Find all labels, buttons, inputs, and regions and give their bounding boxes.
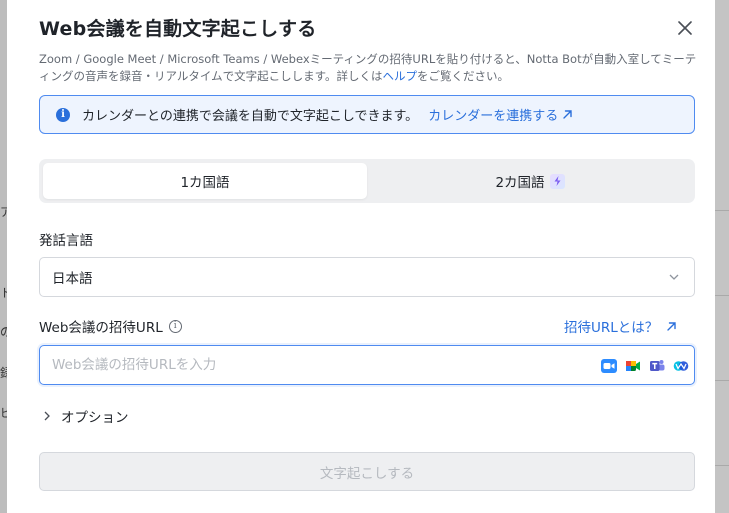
help-link[interactable]: ヘルプ	[383, 69, 418, 83]
url-label: Web会議の招待URL	[39, 320, 163, 336]
connect-calendar-label: カレンダーを連携する	[428, 109, 559, 124]
url-input-container	[39, 345, 695, 385]
dialog-description: Zoom / Google Meet / Microsoft Teams / W…	[39, 51, 699, 85]
description-text: Zoom / Google Meet / Microsoft Teams / W…	[39, 52, 697, 83]
description-text-end: をご覧ください。	[417, 69, 510, 83]
tab-one-language[interactable]: 1カ国語	[43, 163, 367, 199]
speech-language-select[interactable]: 日本語	[39, 257, 695, 297]
invite-url-input[interactable]	[40, 346, 580, 384]
language-mode-toggle: 1カ国語 2カ国語	[39, 159, 695, 203]
options-label: オプション	[61, 410, 129, 426]
close-icon	[678, 21, 692, 35]
calendar-info-banner: i カレンダーとの連携で会議を自動で文字起こしできます。 カレンダーを連携する	[39, 95, 695, 134]
external-arrow-icon	[563, 110, 572, 119]
google-meet-icon	[625, 359, 641, 373]
url-label-row: Web会議の招待URL i	[39, 316, 182, 336]
banner-text: カレンダーとの連携で会議を自動で文字起こしできます。	[82, 109, 419, 124]
sparkle-icon	[549, 173, 565, 189]
options-expander[interactable]: オプション	[43, 406, 129, 426]
external-arrow-icon	[667, 321, 676, 331]
webex-icon	[673, 359, 689, 373]
tab-label: 2カ国語	[495, 175, 545, 191]
web-meeting-dialog: Web会議を自動文字起こしする Zoom / Google Meet / Mic…	[7, 0, 715, 513]
dialog-title: Web会議を自動文字起こしする	[39, 18, 317, 40]
zoom-icon	[601, 359, 617, 373]
connect-calendar-link[interactable]: カレンダーを連携する	[428, 105, 573, 124]
close-button[interactable]	[675, 18, 695, 38]
info-icon: i	[56, 107, 70, 122]
tab-label: 1カ国語	[180, 175, 230, 191]
speech-language-label: 発話言語	[39, 233, 93, 249]
tab-two-languages[interactable]: 2カ国語	[369, 163, 691, 199]
background-right-panel	[715, 0, 729, 513]
what-is-invite-url-link[interactable]: 招待URLとは？	[564, 316, 677, 336]
chevron-right-icon	[44, 411, 50, 421]
info-circle-icon[interactable]: i	[168, 319, 182, 333]
transcribe-button[interactable]: 文字起こしする	[39, 452, 695, 491]
teams-icon	[649, 359, 665, 373]
chevron-down-icon	[669, 274, 679, 280]
what-is-invite-url-label: 招待URLとは？	[564, 320, 659, 336]
service-icons	[601, 359, 689, 373]
transcribe-label: 文字起こしする	[319, 465, 415, 482]
selected-language: 日本語	[52, 271, 93, 287]
